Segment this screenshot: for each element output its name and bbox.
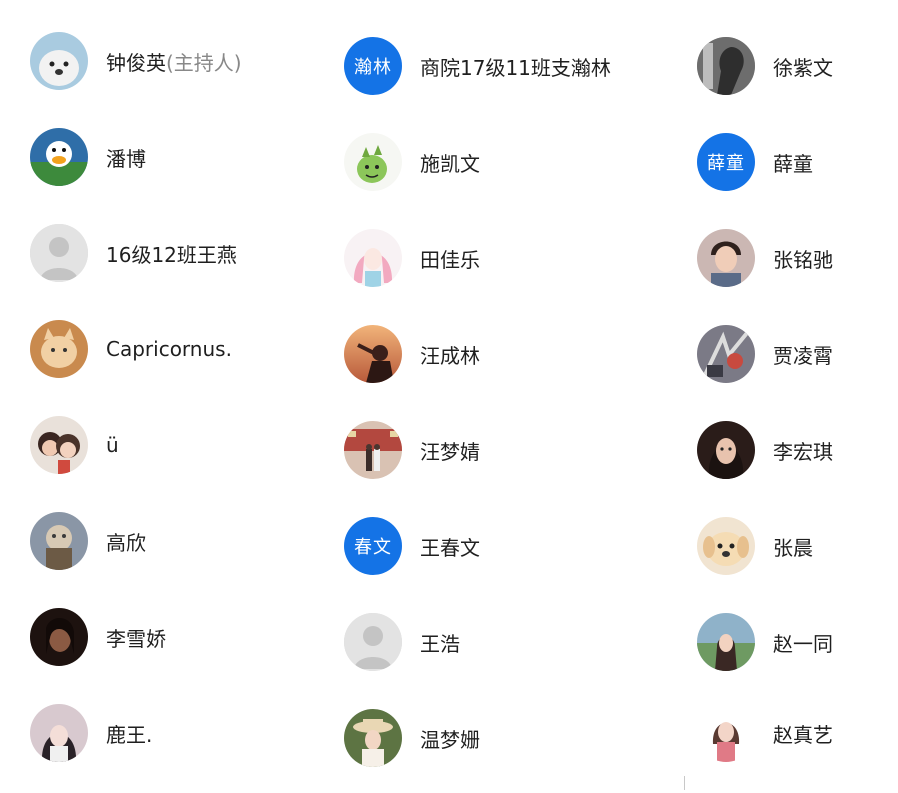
street-photo-avatar bbox=[344, 421, 402, 479]
participant-name: 16级12班王燕 bbox=[106, 242, 237, 267]
ink-art-photo-avatar bbox=[697, 325, 755, 383]
grayscale-photo-avatar bbox=[697, 37, 755, 95]
participant-name: 薛童 bbox=[773, 151, 813, 176]
participant-item[interactable]: 瀚林 商院17级11班支瀚林 bbox=[344, 36, 611, 96]
participant-item[interactable]: 贾凌霄 bbox=[697, 324, 833, 384]
participant-name: 张晨 bbox=[773, 535, 813, 560]
participant-name: 张铭驰 bbox=[773, 247, 833, 272]
participant-item[interactable]: Capricornus. bbox=[30, 319, 232, 379]
participant-name: 赵一同 bbox=[773, 631, 833, 656]
text-badge-avatar: 薛童 bbox=[697, 133, 755, 191]
participant-item[interactable]: 鹿王. bbox=[30, 703, 152, 763]
participant-name: 李宏琪 bbox=[773, 439, 833, 464]
woman-portrait-photo-avatar bbox=[697, 421, 755, 479]
sketch-photo-avatar bbox=[30, 512, 88, 570]
cat-photo-avatar bbox=[30, 320, 88, 378]
participant-item[interactable]: 王浩 bbox=[344, 612, 460, 672]
couple-photo-avatar bbox=[30, 416, 88, 474]
participant-name: 商院17级11班支瀚林 bbox=[420, 55, 611, 80]
default-person-icon bbox=[344, 613, 402, 671]
cactus-cartoon-photo-avatar bbox=[344, 133, 402, 191]
participant-name: Capricornus. bbox=[106, 337, 232, 361]
participant-item[interactable]: 高欣 bbox=[30, 511, 146, 571]
outdoor-girl-photo-avatar bbox=[697, 613, 755, 671]
participant-item[interactable]: 汪成林 bbox=[344, 324, 480, 384]
participant-item[interactable]: 赵一同 bbox=[697, 612, 833, 672]
participant-item[interactable]: 薛童 薛童 bbox=[697, 132, 813, 192]
sunset-silhouette-photo-avatar bbox=[344, 325, 402, 383]
participant-name: ü bbox=[106, 433, 119, 457]
participant-item[interactable]: 钟俊英 (主持人) bbox=[30, 31, 242, 91]
participant-name: 赵真艺 bbox=[773, 722, 833, 747]
participant-item[interactable]: 16级12班王燕 bbox=[30, 223, 237, 283]
participant-name: 李雪娇 bbox=[106, 626, 166, 651]
participant-name: 高欣 bbox=[106, 530, 146, 555]
participant-item[interactable]: 李雪娇 bbox=[30, 607, 166, 667]
puppy-photo-avatar bbox=[697, 517, 755, 575]
participant-item[interactable]: 温梦姗 bbox=[344, 708, 480, 768]
participant-item[interactable]: ü bbox=[30, 415, 119, 475]
anime-girl-photo-avatar bbox=[30, 704, 88, 762]
participant-name: 汪成林 bbox=[420, 343, 480, 368]
text-badge-avatar: 春文 bbox=[344, 517, 402, 575]
participant-name: 王浩 bbox=[420, 631, 460, 656]
participant-name: 施凯文 bbox=[420, 151, 480, 176]
participant-name: 钟俊英 bbox=[106, 50, 166, 75]
default-person-icon bbox=[30, 224, 88, 282]
boy-portrait-photo-avatar bbox=[697, 229, 755, 287]
participant-item[interactable]: 赵真艺 bbox=[697, 703, 833, 763]
divider-tick bbox=[684, 776, 685, 790]
participant-name: 贾凌霄 bbox=[773, 343, 833, 368]
participant-name: 鹿王. bbox=[106, 722, 153, 747]
participant-name: 徐紫文 bbox=[773, 55, 833, 80]
dark-portrait-photo-avatar bbox=[30, 608, 88, 666]
participant-item[interactable]: 田佳乐 bbox=[344, 228, 480, 288]
participant-item[interactable]: 李宏琪 bbox=[697, 420, 833, 480]
participant-name: 潘博 bbox=[106, 146, 146, 171]
participant-item[interactable]: 张铭驰 bbox=[697, 228, 833, 288]
participant-item[interactable]: 徐紫文 bbox=[697, 36, 833, 96]
participant-item[interactable]: 春文 王春文 bbox=[344, 516, 480, 576]
participant-grid: 钟俊英 (主持人) 潘博 16级12班王燕 Capricornus. ü 高欣 … bbox=[0, 18, 898, 778]
pink-hair-girl-photo-avatar bbox=[344, 229, 402, 287]
hat-girl-photo-avatar bbox=[344, 709, 402, 767]
participant-name: 汪梦婧 bbox=[420, 439, 480, 464]
participant-item[interactable]: 施凯文 bbox=[344, 132, 480, 192]
participant-item[interactable]: 汪梦婧 bbox=[344, 420, 480, 480]
participant-item[interactable]: 张晨 bbox=[697, 516, 813, 576]
text-badge-avatar: 瀚林 bbox=[344, 37, 402, 95]
participant-name: 温梦姗 bbox=[420, 727, 480, 752]
participant-name: 田佳乐 bbox=[420, 247, 480, 272]
participant-item[interactable]: 潘博 bbox=[30, 127, 146, 187]
host-tag: (主持人) bbox=[166, 50, 242, 75]
seal-photo-avatar bbox=[30, 32, 88, 90]
girl-headshot-photo-avatar bbox=[697, 704, 755, 762]
donald-duck-photo-avatar bbox=[30, 128, 88, 186]
participant-name: 王春文 bbox=[420, 535, 480, 560]
